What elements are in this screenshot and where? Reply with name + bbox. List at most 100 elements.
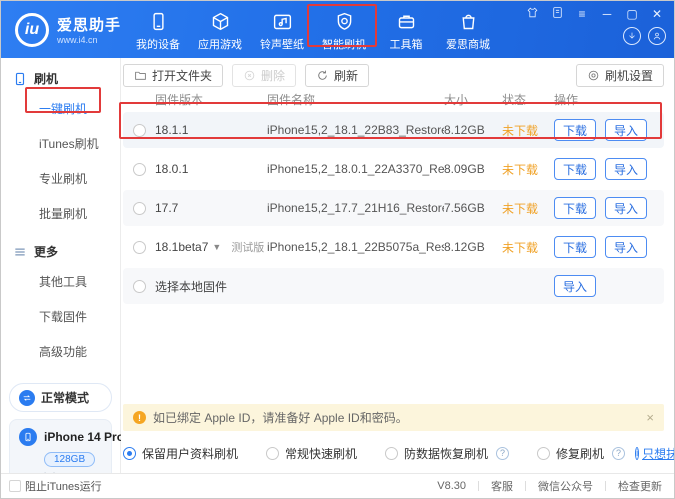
- close-icon[interactable]: ✕: [650, 7, 664, 21]
- option-label: 常规快速刷机: [285, 445, 357, 462]
- radio-icon: [266, 447, 279, 460]
- firmware-version: 18.0.1: [155, 162, 267, 176]
- sidebar-item-itunes-flash[interactable]: iTunes刷机: [1, 126, 120, 161]
- option-keep-user-data[interactable]: 保留用户资料刷机: [123, 445, 238, 462]
- divider: [478, 481, 479, 491]
- version-dropdown-icon[interactable]: ▼: [212, 242, 221, 252]
- app-version: V8.30: [437, 480, 466, 492]
- sidebar-item-other-tools[interactable]: 其他工具: [1, 264, 120, 299]
- nav-my-device[interactable]: 我的设备: [133, 7, 183, 52]
- theme-icon[interactable]: [525, 6, 539, 22]
- nav-label: 应用游戏: [198, 36, 242, 52]
- brand: iu 爱思助手 www.i4.cn: [1, 13, 123, 47]
- import-button[interactable]: 导入: [554, 275, 596, 297]
- checkbox-icon: [9, 480, 21, 492]
- wechat-link[interactable]: 微信公众号: [538, 478, 593, 494]
- nav-label: 智能刷机: [322, 36, 366, 52]
- firmware-name: iPhone15,2_18.0.1_22A3370_Restore.ipsw: [267, 162, 444, 176]
- nav-ringtones-wallpapers[interactable]: 铃声壁纸: [257, 7, 307, 52]
- main-panel: 打开文件夹 删除 刷新 刷机设置 固件版本 固件名称 大小 状态 操作: [121, 58, 674, 475]
- minimize-icon[interactable]: ─: [600, 7, 614, 21]
- row-radio[interactable]: [133, 163, 146, 176]
- local-firmware-row[interactable]: 选择本地固件 导入: [123, 268, 664, 304]
- sidebar-item-download-firmware[interactable]: 下载固件: [1, 299, 120, 334]
- help-icon[interactable]: ?: [496, 447, 509, 460]
- option-label: 保留用户资料刷机: [142, 445, 238, 462]
- settings-gear-icon: [587, 69, 600, 82]
- firmware-name: iPhone15,2_17.7_21H16_Restore.ipsw: [267, 201, 444, 215]
- account-icon[interactable]: [648, 27, 666, 45]
- sidebar-item-batch-flash[interactable]: 批量刷机: [1, 196, 120, 231]
- option-normal-fast-flash[interactable]: 常规快速刷机: [266, 445, 357, 462]
- firmware-size: 7.56GB: [444, 201, 502, 215]
- option-anti-data-recovery-flash[interactable]: 防数据恢复刷机 ?: [385, 445, 509, 462]
- import-button[interactable]: 导入: [605, 236, 647, 258]
- music-folder-icon: [272, 11, 293, 32]
- table-header: 固件版本 固件名称 大小 状态 操作: [123, 89, 664, 109]
- firmware-size: 8.12GB: [444, 240, 502, 254]
- firmware-row[interactable]: 18.1beta7 ▼ 测试版 iPhone15,2_18.1_22B5075a…: [123, 229, 664, 265]
- help-icon[interactable]: ?: [612, 447, 625, 460]
- nav-store[interactable]: 爱思商城: [443, 7, 493, 52]
- checkbox-label: 阻止iTunes运行: [25, 478, 102, 494]
- radio-icon: [385, 447, 398, 460]
- col-version: 固件版本: [155, 91, 267, 108]
- device-icon: [13, 72, 27, 86]
- maximize-icon[interactable]: ▢: [625, 7, 639, 21]
- download-manager-icon[interactable]: [623, 27, 641, 45]
- refresh-icon: [316, 69, 329, 82]
- import-button[interactable]: 导入: [605, 119, 647, 141]
- menu-lines-icon: [13, 245, 27, 259]
- sidebar-item-advanced[interactable]: 高级功能: [1, 334, 120, 369]
- button-label: 删除: [261, 67, 285, 84]
- option-repair-flash[interactable]: 修复刷机 ?: [537, 445, 625, 462]
- nav-apps-games[interactable]: 应用游戏: [195, 7, 245, 52]
- device-name: iPhone 14 Pro: [44, 430, 124, 444]
- download-button[interactable]: 下载: [554, 119, 596, 141]
- check-update-link[interactable]: 检查更新: [618, 478, 662, 494]
- row-radio[interactable]: [133, 202, 146, 215]
- delete-button[interactable]: 删除: [232, 64, 296, 87]
- col-size: 大小: [444, 91, 502, 108]
- notice-close-icon[interactable]: ×: [646, 410, 654, 425]
- firmware-status: 未下载: [502, 161, 554, 178]
- firmware-version: 18.1beta7: [155, 240, 208, 254]
- open-folder-button[interactable]: 打开文件夹: [123, 64, 223, 87]
- sidebar-item-one-click-flash[interactable]: 一键刷机: [1, 91, 120, 126]
- nav-toolbox[interactable]: 工具箱: [381, 7, 431, 52]
- top-nav: 我的设备 应用游戏 铃声壁纸 智能刷机 工具箱 爱思商城: [133, 7, 493, 52]
- menu-icon[interactable]: ≡: [575, 7, 589, 21]
- download-button[interactable]: 下载: [554, 158, 596, 180]
- firmware-row[interactable]: 18.0.1 iPhone15,2_18.0.1_22A3370_Restore…: [123, 151, 664, 187]
- empty-space: [123, 304, 664, 404]
- row-radio[interactable]: [133, 241, 146, 254]
- block-itunes-option[interactable]: 阻止iTunes运行: [9, 478, 102, 494]
- divider: [605, 481, 606, 491]
- window-controls: ≡ ─ ▢ ✕: [525, 6, 664, 22]
- download-button[interactable]: 下载: [554, 197, 596, 219]
- notice-text: 如已绑定 Apple ID，请准备好 Apple ID和密码。: [153, 409, 408, 426]
- device-mode-badge[interactable]: 正常模式: [9, 383, 112, 412]
- folder-icon: [134, 69, 147, 82]
- erase-only-link[interactable]: 只想抹除数据?: [642, 445, 675, 462]
- import-button[interactable]: 导入: [605, 158, 647, 180]
- button-label: 刷新: [334, 67, 358, 84]
- nav-smart-flash[interactable]: 智能刷机: [319, 7, 369, 52]
- flash-settings-button[interactable]: 刷机设置: [576, 64, 664, 87]
- firmware-status: 未下载: [502, 239, 554, 256]
- download-button[interactable]: 下载: [554, 236, 596, 258]
- firmware-row[interactable]: 17.7 iPhone15,2_17.7_21H16_Restore.ipsw …: [123, 190, 664, 226]
- support-link[interactable]: 客服: [491, 478, 513, 494]
- refresh-button[interactable]: 刷新: [305, 64, 369, 87]
- col-name: 固件名称: [267, 91, 444, 108]
- import-button[interactable]: 导入: [605, 197, 647, 219]
- status-bar: 阻止iTunes运行 V8.30 客服 微信公众号 检查更新: [1, 473, 674, 498]
- warning-icon: !: [133, 411, 146, 424]
- row-radio[interactable]: [133, 280, 146, 293]
- radio-icon: [123, 447, 136, 460]
- mode-label: 正常模式: [41, 389, 89, 406]
- row-radio[interactable]: [133, 124, 146, 137]
- sidebar-item-pro-flash[interactable]: 专业刷机: [1, 161, 120, 196]
- firmware-row[interactable]: 18.1.1 iPhone15,2_18.1_22B83_Restore.ips…: [123, 112, 664, 148]
- feedback-icon[interactable]: [550, 6, 564, 22]
